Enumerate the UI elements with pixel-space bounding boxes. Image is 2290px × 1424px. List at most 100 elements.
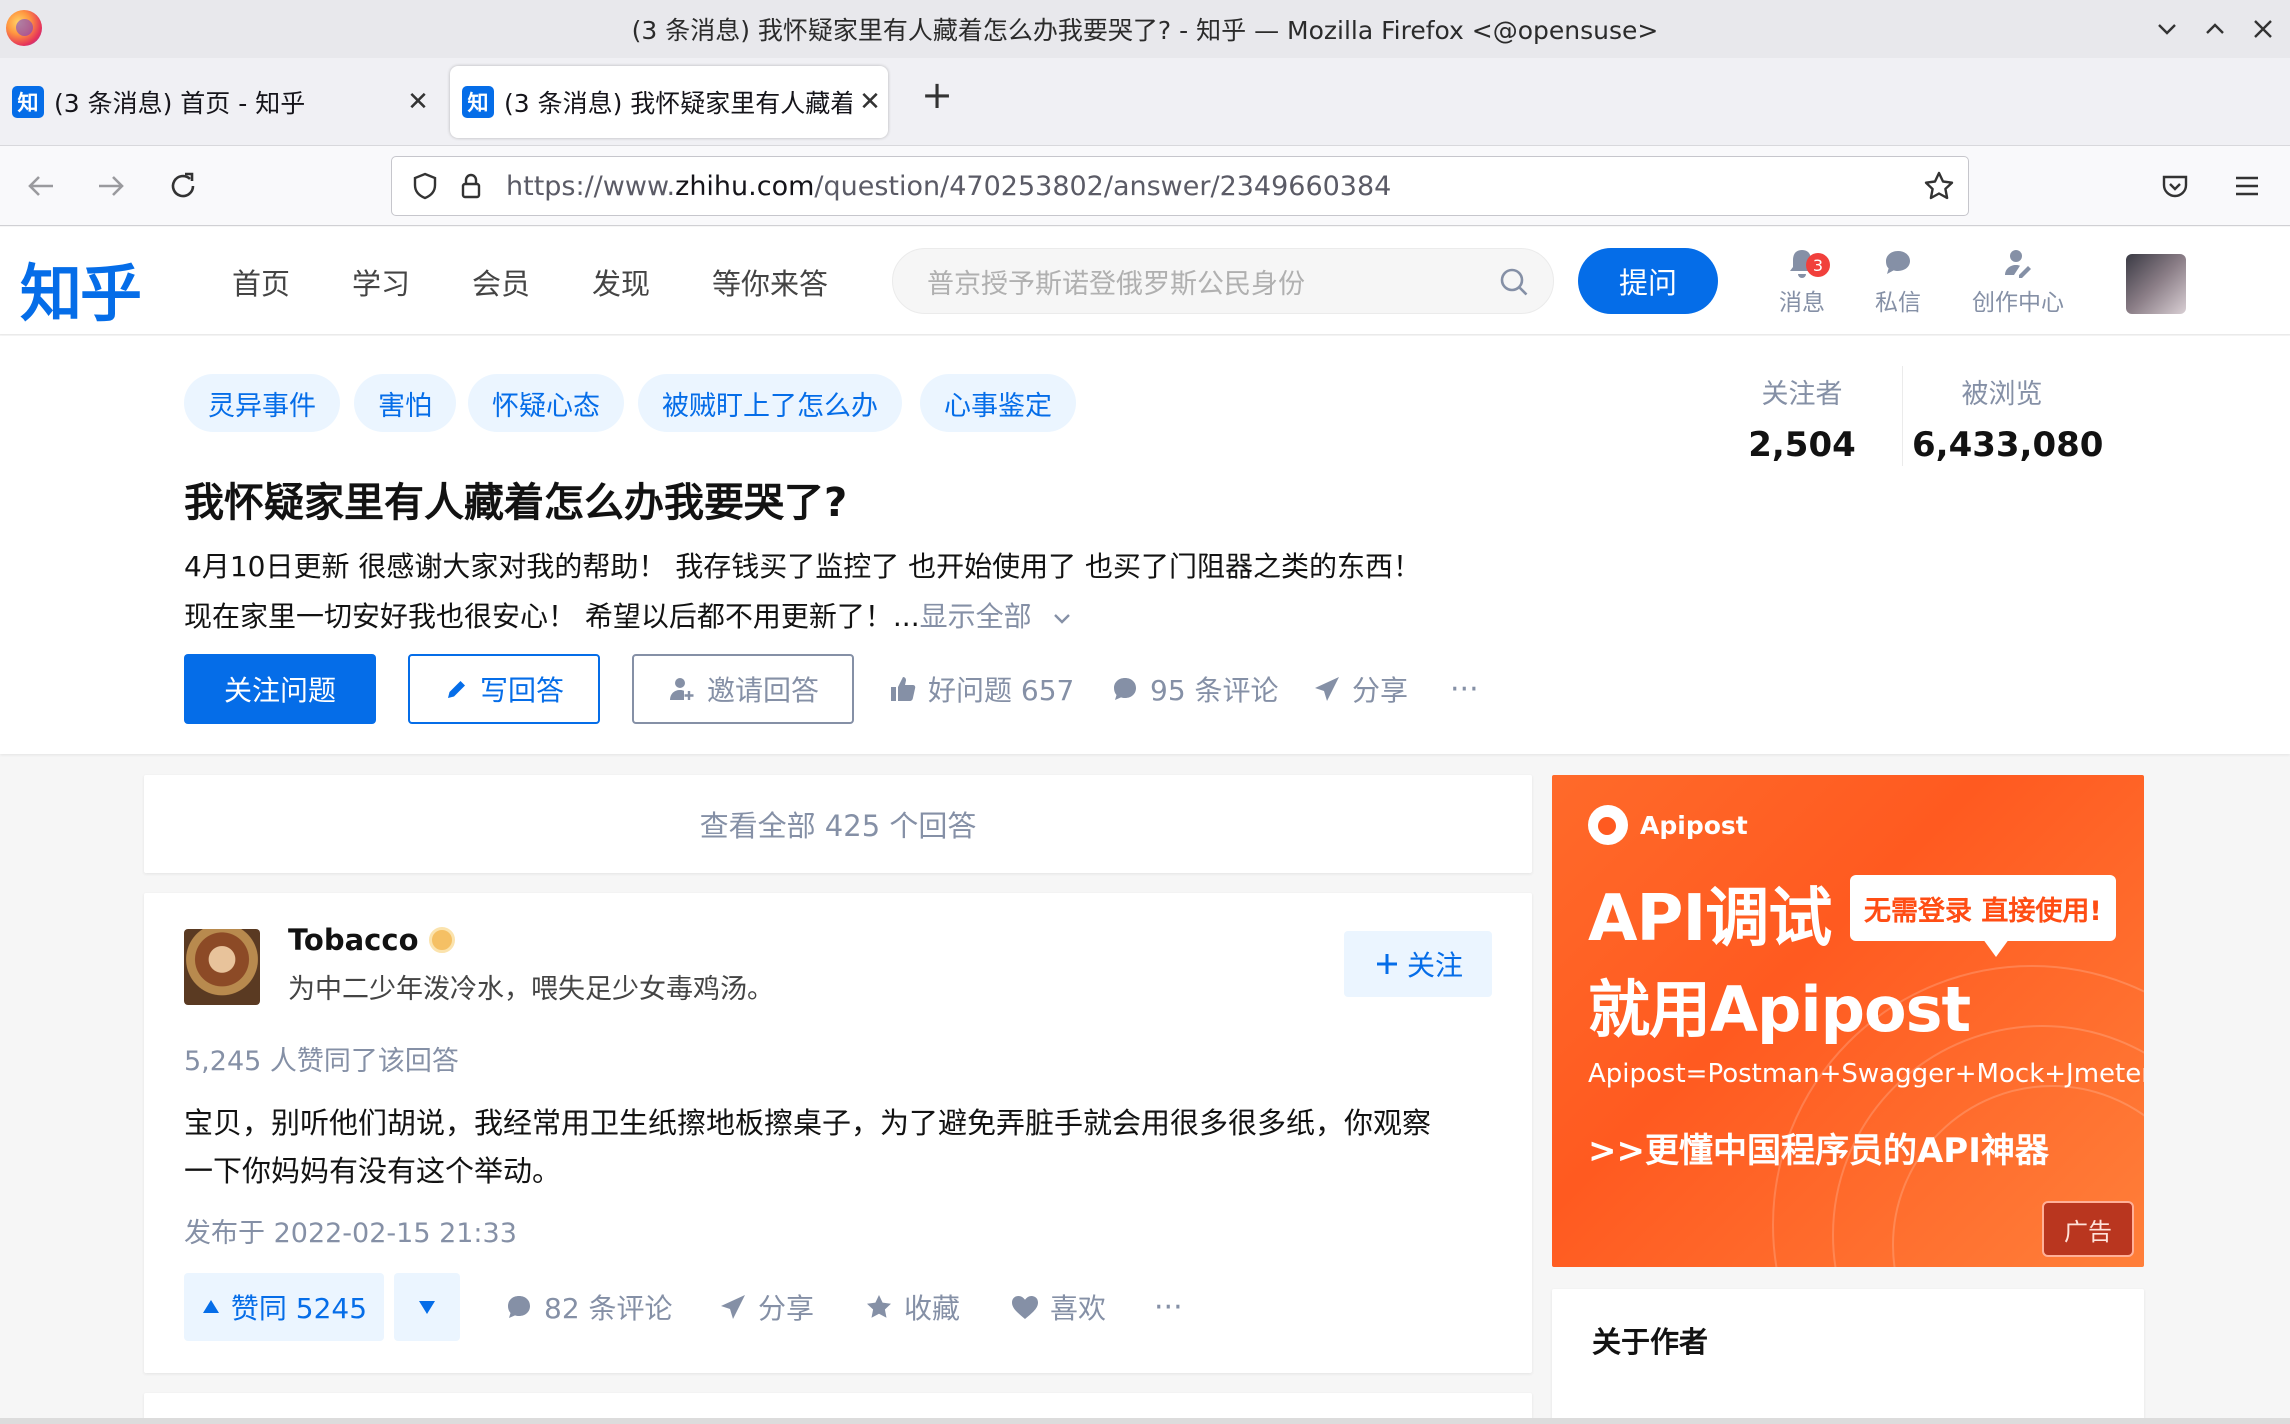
thumbs-up-icon [891, 677, 916, 701]
view-all-answers-link[interactable]: 查看全部 425 个回答 [144, 775, 1532, 873]
tab-bar: 知 (3 条消息) 首页 - 知乎 ✕ 知 (3 条消息) 我怀疑家里有人藏着怎… [0, 58, 2290, 146]
description-line: 现在家里一切安好我也很安心！ 希望以后都不用更新了！...显示全部 [184, 592, 1514, 642]
creator-center-label: 创作中心 [1972, 290, 2064, 316]
ad-brand: Apipost [1588, 805, 1748, 845]
nav-home[interactable]: 首页 [232, 261, 290, 303]
forward-icon[interactable] [88, 163, 134, 209]
nav-waiting-answers[interactable]: 等你来答 [712, 261, 828, 303]
triangle-down-icon [419, 1301, 435, 1314]
question-comments-button[interactable]: 95 条评论 [1110, 654, 1279, 724]
show-all-link[interactable]: 显示全部 [920, 600, 1075, 633]
search-placeholder: 普京授予斯诺登俄罗斯公民身份 [927, 268, 1305, 300]
creator-center-button[interactable]: 创作中心 [1968, 245, 2068, 317]
content-line: 一下你妈妈有没有这个举动。 [184, 1154, 562, 1188]
lock-icon[interactable] [448, 163, 494, 209]
answer-share-button[interactable]: 分享 [718, 1273, 814, 1341]
nav-discover[interactable]: 发现 [592, 261, 650, 303]
ad-tag-tail [1980, 935, 2012, 957]
ask-button[interactable]: 提问 [1578, 248, 1718, 314]
follow-author-label: 关注 [1406, 949, 1463, 982]
invite-user-icon [669, 678, 694, 700]
topic-tag[interactable]: 被贼盯上了怎么办 [638, 374, 902, 432]
answer-more-button[interactable]: ··· [1154, 1273, 1183, 1341]
close-window-icon[interactable] [2246, 12, 2280, 46]
follow-question-button[interactable]: 关注问题 [184, 654, 376, 724]
minimize-icon[interactable] [2150, 12, 2184, 46]
plus-icon [1376, 954, 1397, 974]
publish-time[interactable]: 发布于 2022-02-15 21:33 [184, 1211, 517, 1250]
collect-label: 收藏 [904, 1292, 961, 1325]
comment-icon [1114, 678, 1136, 700]
star-icon [867, 1295, 891, 1318]
messages-button[interactable]: 3 消息 [1752, 245, 1852, 317]
private-messages-button[interactable]: 私信 [1848, 245, 1948, 317]
author-avatar[interactable] [184, 929, 260, 1005]
downvote-button[interactable] [394, 1273, 460, 1341]
like-button[interactable]: 喜欢 [1010, 1273, 1106, 1341]
ad-label: 广告 [2042, 1201, 2134, 1257]
answer-comments-button[interactable]: 82 条评论 [504, 1273, 673, 1341]
followers-count: 2,504 [1748, 425, 1856, 465]
message-count-badge: 3 [1806, 253, 1830, 277]
maximize-icon[interactable] [2198, 12, 2232, 46]
ad-tag: 无需登录 直接使用! [1850, 875, 2116, 941]
author-bio: 为中二少年泼冷水，喂失足少女毒鸡汤。 [288, 974, 774, 1005]
ad-headline-1: API调试 [1588, 882, 1832, 956]
question-share-label: 分享 [1352, 674, 1409, 707]
back-icon[interactable] [18, 163, 64, 209]
follow-author-button[interactable]: 关注 [1344, 931, 1492, 997]
title-bar: (3 条消息) 我怀疑家里有人藏着怎么办我要哭了? - 知乎 — Mozilla… [0, 0, 2290, 58]
zhihu-logo[interactable]: 知乎 [20, 243, 142, 333]
tab-zhihu-home[interactable]: 知 (3 条消息) 首页 - 知乎 ✕ [0, 66, 436, 138]
question-description: 4月10日更新 很感谢大家对我的帮助！ 我存钱买了监控了 也开始使用了 也买了门… [184, 542, 1514, 642]
apipost-logo-icon [1588, 805, 1628, 845]
question-more-button[interactable]: ··· [1450, 654, 1479, 724]
invite-answer-label: 邀请回答 [706, 674, 819, 707]
tab-close-icon[interactable]: ✕ [852, 84, 888, 120]
share-icon [1315, 677, 1339, 701]
write-answer-button[interactable]: 写回答 [408, 654, 600, 724]
answer-share-label: 分享 [758, 1292, 815, 1325]
triangle-up-icon [202, 1300, 219, 1313]
nav-vip[interactable]: 会员 [472, 261, 530, 303]
nav-learn[interactable]: 学习 [352, 261, 410, 303]
chat-bubble-icon [1886, 251, 1910, 274]
heart-icon [1012, 1296, 1038, 1319]
navigation-bar: https://www.zhihu.com/question/470253802… [0, 146, 2290, 226]
pocket-icon[interactable] [2152, 163, 2198, 209]
url-bar[interactable]: https://www.zhihu.com/question/470253802… [391, 156, 1969, 216]
followers-label: 关注者 [1761, 379, 1843, 410]
topic-tag[interactable]: 灵异事件 [184, 374, 340, 432]
author-name[interactable]: Tobacco [288, 923, 419, 957]
topic-tag[interactable]: 害怕 [354, 374, 456, 432]
author-badge-icon [428, 927, 455, 953]
advertisement-banner[interactable]: Apipost API调试 无需登录 直接使用! 就用Apipost Apipo… [1552, 775, 2144, 1267]
question-share-button[interactable]: 分享 [1312, 654, 1408, 724]
question-header: 灵异事件 害怕 怀疑心态 被贼盯上了怎么办 心事鉴定 关注者 2,504 被浏览… [0, 336, 2290, 754]
good-question-label: 好问题 657 [928, 674, 1075, 707]
tab-close-icon[interactable]: ✕ [400, 84, 436, 120]
good-question-button[interactable]: 好问题 657 [888, 654, 1074, 724]
question-comments-label: 95 条评论 [1150, 674, 1279, 707]
comment-icon [508, 1296, 530, 1318]
user-avatar[interactable] [2126, 254, 2186, 314]
shield-icon[interactable] [402, 163, 448, 209]
search-icon[interactable] [1497, 265, 1531, 299]
tab-question[interactable]: 知 (3 条消息) 我怀疑家里有人藏着怎么办我要哭了? - 知乎 ✕ [450, 66, 888, 138]
collect-button[interactable]: 收藏 [864, 1273, 960, 1341]
zhihu-favicon-icon: 知 [12, 86, 44, 118]
followers-stat[interactable]: 关注者 2,504 [1740, 372, 1864, 465]
invite-answer-button[interactable]: 邀请回答 [632, 654, 854, 724]
creator-icon [2005, 250, 2031, 278]
views-label: 被浏览 [1961, 379, 2043, 410]
about-author-title: 关于作者 [1592, 1325, 1709, 1359]
upvote-button[interactable]: 赞同 5245 [184, 1273, 384, 1341]
new-tab-icon[interactable]: + [912, 70, 962, 120]
reload-icon[interactable] [160, 163, 206, 209]
topic-tag[interactable]: 心事鉴定 [920, 374, 1076, 432]
url-text[interactable]: https://www.zhihu.com/question/470253802… [506, 171, 1391, 202]
menu-icon[interactable] [2224, 163, 2270, 209]
topic-tag[interactable]: 怀疑心态 [468, 374, 624, 432]
bookmark-star-icon[interactable] [1916, 163, 1962, 209]
search-input[interactable]: 普京授予斯诺登俄罗斯公民身份 [892, 248, 1554, 314]
